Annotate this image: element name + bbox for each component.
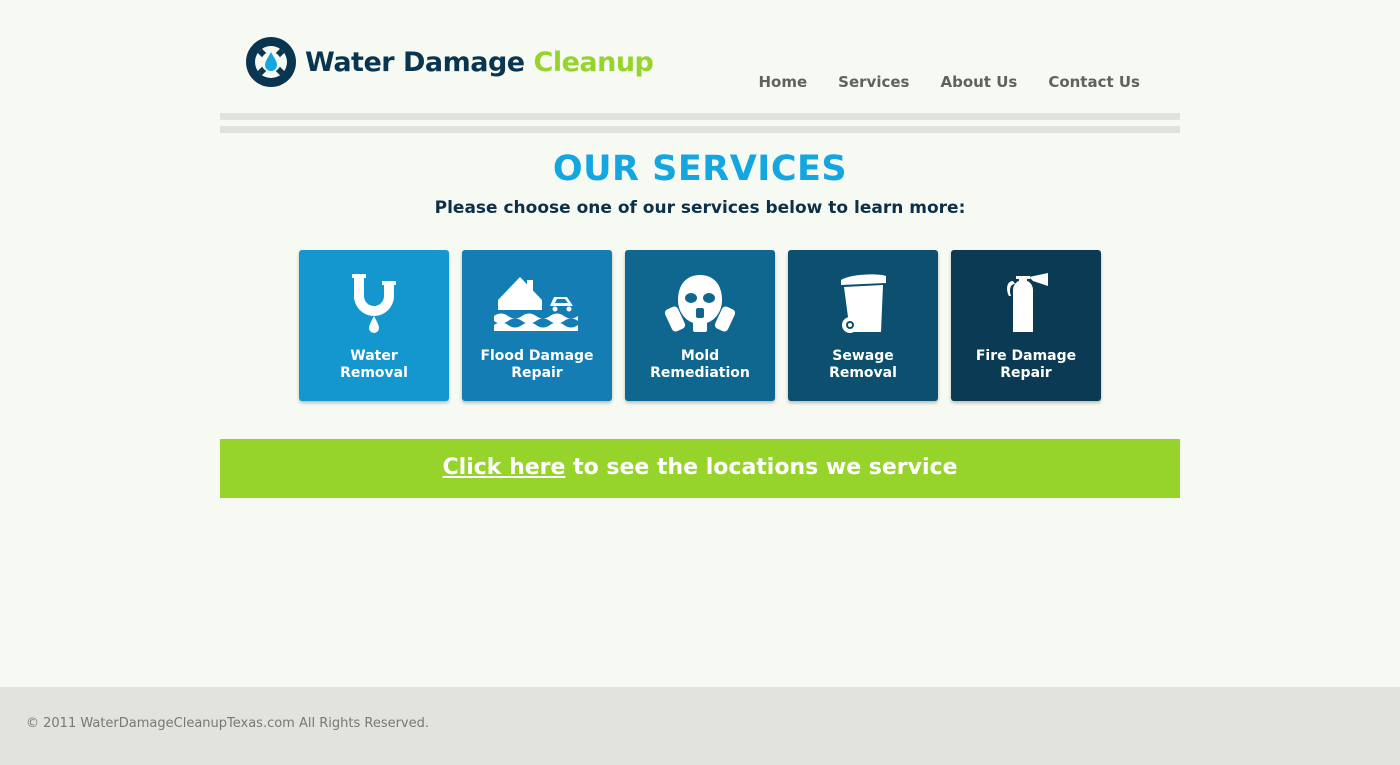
brand-name-part1: Water Damage	[305, 46, 525, 78]
main-nav: Home Services About Us Contact Us	[728, 73, 1141, 91]
gas-mask-icon	[664, 275, 736, 332]
service-tile-sewage-removal[interactable]: Sewage Removal	[788, 250, 938, 401]
brand-name: Water Damage Cleanup	[305, 46, 654, 78]
nav-contact-us[interactable]: Contact Us	[1048, 73, 1140, 91]
service-tile-flood-damage-repair[interactable]: Flood Damage Repair	[462, 250, 612, 401]
site-logo[interactable]: Water Damage Cleanup	[246, 37, 654, 87]
service-label-line1: Water	[350, 348, 398, 364]
fire-extinguisher-icon	[1007, 273, 1048, 332]
locations-cta-text: to see the locations we service	[565, 455, 958, 480]
service-label-line2: Remediation	[650, 365, 750, 381]
pipe-drip-icon	[352, 274, 396, 333]
nav-about-us[interactable]: About Us	[940, 73, 1017, 91]
page-title: OUR SERVICES	[552, 149, 848, 189]
service-label-line1: Sewage	[832, 348, 894, 364]
service-label-line1: Fire Damage	[975, 348, 1077, 364]
service-label: Flood Damage Repair	[462, 348, 612, 382]
service-tile-mold-remediation[interactable]: Mold Remediation	[625, 250, 775, 401]
copyright-text: © 2011 WaterDamageCleanupTexas.com All R…	[26, 716, 430, 731]
service-label-line2: Removal	[340, 365, 408, 381]
site-header: Water Damage Cleanup Home Services About…	[220, 0, 1180, 112]
locations-cta-banner: Click here to see the locations we servi…	[220, 439, 1180, 498]
brand-name-part2: Cleanup	[533, 46, 654, 78]
service-tile-fire-damage-repair[interactable]: Fire Damage Repair	[951, 250, 1101, 401]
service-label-line2: Repair	[511, 365, 563, 381]
service-label: Water Removal	[299, 348, 449, 382]
service-label-line1: Flood Damage	[480, 348, 594, 364]
service-label: Fire Damage Repair	[951, 348, 1101, 382]
flooded-house-icon	[494, 277, 578, 331]
header-divider-top	[220, 113, 1180, 120]
lifebuoy-water-drop-icon	[246, 37, 296, 87]
nav-home[interactable]: Home	[759, 73, 808, 91]
locations-link[interactable]: Click here	[443, 455, 566, 480]
service-tile-water-removal[interactable]: Water Removal	[299, 250, 449, 401]
service-label: Mold Remediation	[625, 348, 775, 382]
service-label-line2: Repair	[1000, 365, 1052, 381]
trash-bin-icon	[841, 274, 886, 333]
site-footer: © 2011 WaterDamageCleanupTexas.com All R…	[0, 687, 1400, 765]
nav-services[interactable]: Services	[838, 73, 909, 91]
service-label-line1: Mold	[680, 348, 720, 364]
service-label: Sewage Removal	[788, 348, 938, 382]
page-subtitle: Please choose one of our services below …	[434, 198, 966, 218]
header-divider-bottom	[220, 126, 1180, 133]
service-label-line2: Removal	[829, 365, 897, 381]
services-grid: Water Removal Flood Damage Repair Mold R…	[299, 250, 1101, 401]
